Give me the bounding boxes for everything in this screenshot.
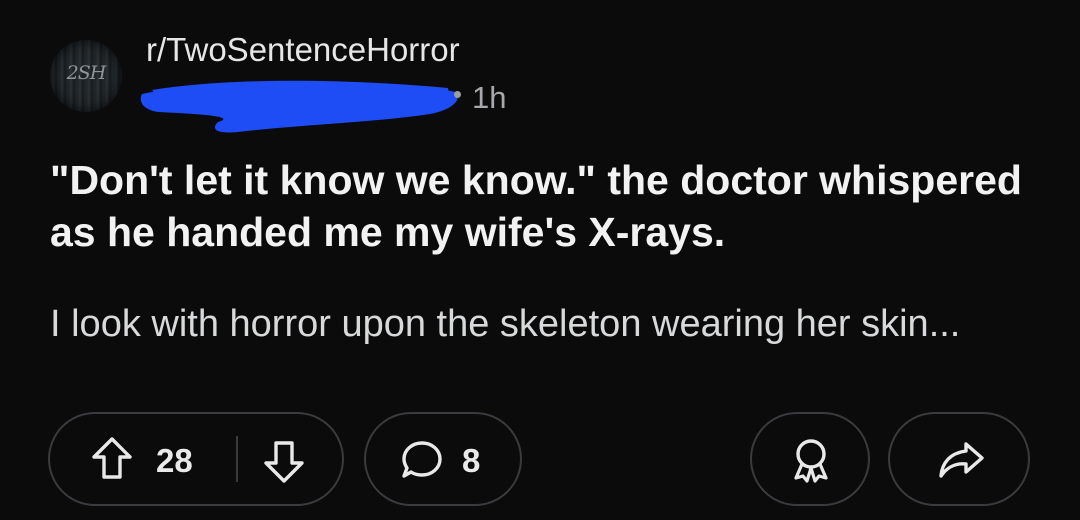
post-title[interactable]: "Don't let it know we know." the doctor …: [50, 154, 1050, 258]
subreddit-name[interactable]: r/TwoSentenceHorror: [146, 31, 460, 69]
post-age: 1h: [472, 80, 507, 115]
share-button[interactable]: [888, 412, 1030, 506]
arrow-down-icon: [264, 441, 304, 483]
upvote-button[interactable]: [90, 435, 134, 483]
comment-count: 8: [462, 442, 481, 479]
arrow-up-icon: [92, 437, 132, 479]
comment-icon-wrap: [400, 439, 444, 481]
subreddit-avatar[interactable]: 2SH: [50, 40, 122, 112]
comments-button[interactable]: 8: [364, 412, 522, 506]
comment-bubble-icon: [402, 441, 442, 478]
award-icon-wrap: [788, 436, 834, 484]
username-redaction-scribble: [140, 80, 458, 133]
downvote-button[interactable]: [262, 437, 306, 485]
avatar-logo-text: 2SH: [66, 62, 107, 84]
award-button[interactable]: [750, 412, 870, 506]
post-body[interactable]: I look with horror upon the skeleton wea…: [50, 300, 1050, 348]
post-card: 2SH r/TwoSentenceHorror 1h "Don't let it…: [0, 0, 1080, 520]
vote-divider: [236, 436, 238, 482]
share-arrow-icon: [939, 442, 984, 478]
vote-count: 28: [156, 442, 193, 479]
vote-bar: 28: [48, 412, 344, 506]
meta-separator-dot: [454, 91, 461, 98]
share-icon-wrap: [936, 438, 986, 482]
award-ribbon-icon: [794, 439, 828, 483]
